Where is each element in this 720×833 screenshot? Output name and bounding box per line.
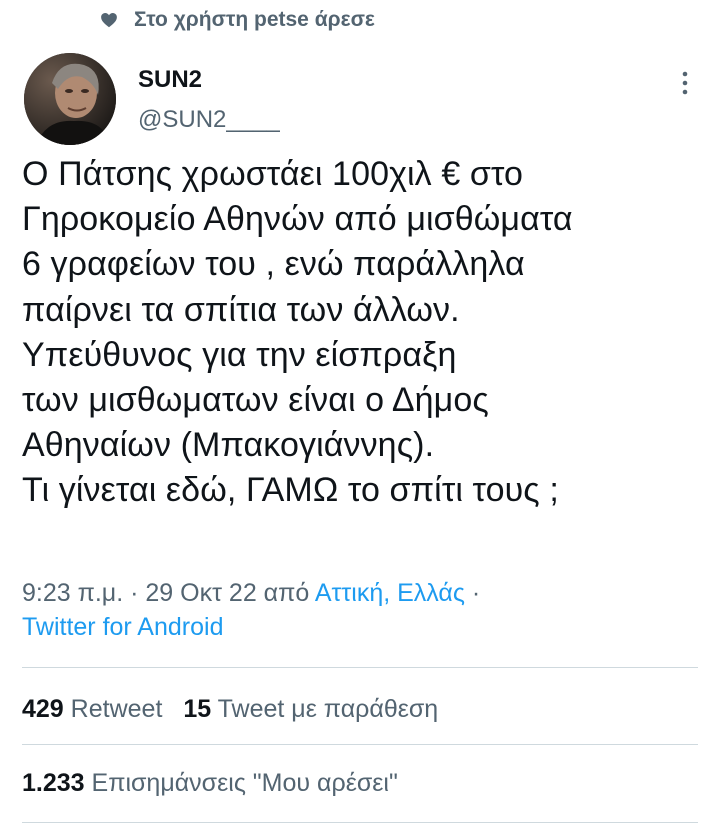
- social-context-text: Στο χρήστη petse άρεσε: [134, 8, 375, 31]
- divider: [22, 667, 698, 668]
- divider: [22, 822, 698, 823]
- user-handle[interactable]: @SUN2____: [138, 106, 280, 134]
- tweet-text: Ο Πάτσης χρωστάει 100χιλ € στο Γηροκομεί…: [22, 152, 712, 514]
- quotes-label: Tweet με παράθεση: [217, 695, 439, 723]
- tweet-line: Υπεύθυνος για την είσπραξη: [22, 335, 457, 374]
- tweet-line: παίρνει τα σπίτια των άλλων.: [22, 290, 460, 329]
- tweet-line: 6 γραφείων του , ενώ παράλληλα: [22, 245, 525, 284]
- meta-separator: ·: [130, 579, 139, 607]
- divider: [22, 744, 698, 745]
- retweets-label: Retweet: [70, 695, 163, 723]
- tweet-time[interactable]: 9:23 π.μ.: [22, 579, 123, 607]
- tweet-line: Γηροκομείο Αθηνών από μισθώματα: [22, 200, 573, 239]
- meta-row-time: 9:23 π.μ. · 29 Οκτ 22 από Αττική, Ελλάς …: [22, 576, 480, 610]
- likes-count: 1.233: [22, 769, 85, 797]
- source-link[interactable]: Twitter for Android: [22, 610, 480, 644]
- quotes-count: 15: [183, 695, 212, 723]
- stats-row-retweets: 429 Retweet 15 Tweet με παράθεση: [22, 694, 438, 724]
- social-context[interactable]: Στο χρήστη petse άρεσε: [100, 6, 375, 34]
- tweet-line: Ο Πάτσης χρωστάει 100χιλ € στο: [22, 155, 524, 193]
- tweet-date[interactable]: 29 Οκτ 22: [145, 579, 256, 607]
- retweets-stat[interactable]: 429 Retweet: [22, 695, 169, 723]
- location-link[interactable]: Αττική, Ελλάς: [315, 579, 465, 607]
- more-vertical-icon: [682, 71, 688, 95]
- meta-separator-end: ·: [471, 579, 481, 607]
- heart-icon: [101, 13, 117, 28]
- tweet-meta: 9:23 π.μ. · 29 Οκτ 22 από Αττική, Ελλάς …: [22, 576, 480, 644]
- likes-stat[interactable]: 1.233 Επισημάνσεις "Μου αρέσει": [22, 769, 398, 797]
- more-options-button[interactable]: [670, 68, 700, 98]
- tweet-line: Τι γίνεται εδώ, ΓΑΜΩ το σπίτι τους ;: [22, 471, 559, 510]
- display-name[interactable]: SUN2: [138, 66, 280, 94]
- tweet-line: των μισθωματων είναι ο Δήμος: [22, 381, 489, 420]
- quotes-stat[interactable]: 15 Tweet με παράθεση: [183, 695, 438, 723]
- stats-row-likes: 1.233 Επισημάνσεις "Μου αρέσει": [22, 768, 398, 798]
- avatar[interactable]: [24, 53, 116, 145]
- likes-label: Επισημάνσεις "Μου αρέσει": [91, 769, 398, 797]
- from-text: από: [263, 579, 310, 607]
- tweet-line: Αθηναίων (Μπακογιάννης).: [22, 426, 435, 465]
- retweets-count: 429: [22, 695, 64, 723]
- avatar-image: [24, 53, 116, 145]
- author-info[interactable]: SUN2 @SUN2____: [138, 66, 280, 134]
